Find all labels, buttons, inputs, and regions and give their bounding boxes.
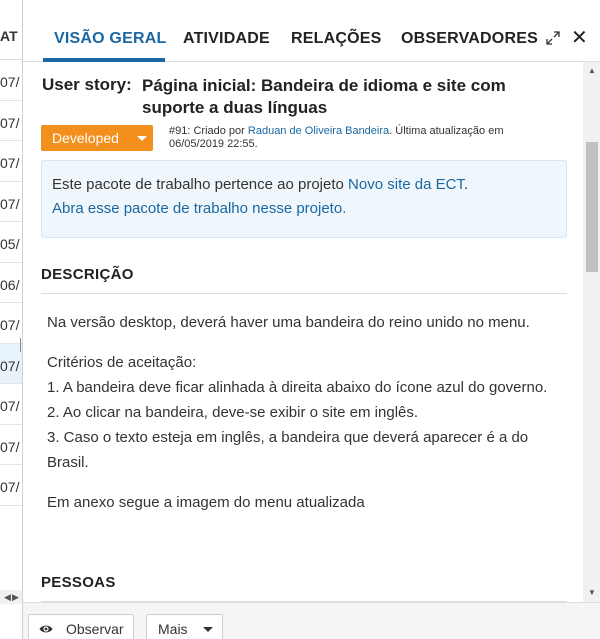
project-link[interactable]: Novo site da ECT [348,176,464,193]
chevron-down-icon [137,136,147,141]
table-row[interactable]: 07/ [0,465,22,506]
description-section-title: DESCRIÇÃO [41,266,134,283]
background-table: AT 07/ 07/ 07/ 07/ 05/ 06/ 07/ 07/ 07/ 0… [0,0,22,600]
work-package-details: User story: Página inicial: Bandeira de … [23,62,583,602]
tab-overview[interactable]: VISÃO GERAL [54,30,166,48]
table-row-selected[interactable]: 07/ [0,343,22,384]
chevron-down-icon [203,627,213,632]
background-table-header[interactable]: AT [0,0,22,60]
table-row[interactable]: 07/ [0,141,22,182]
table-row[interactable]: 07/ [0,384,22,425]
status-dropdown[interactable]: Developed [41,125,153,151]
table-row[interactable]: 07/ [0,425,22,465]
open-in-project-link[interactable]: Abra esse pacote de trabalho nesse proje… [52,200,346,217]
scrollbar-thumb[interactable] [586,142,598,272]
table-row[interactable]: 07/ [0,101,22,141]
scroll-left-icon[interactable]: ◀ [4,592,11,603]
horizontal-scrollbar[interactable]: ◀ ▶ [0,590,22,604]
observe-button-label: Observar [66,621,124,637]
project-notice: Este pacote de trabalho pertence ao proj… [41,160,567,238]
section-divider [41,293,567,294]
more-button[interactable]: Mais [146,614,223,639]
tab-activity[interactable]: ATIVIDADE [183,30,270,48]
author-link[interactable]: Raduan de Oliveira Bandeira [248,125,389,137]
table-row[interactable]: 05/ [0,222,22,263]
notice-text: Este pacote de trabalho pertence ao proj… [52,176,349,193]
eye-icon [39,625,53,633]
work-package-split-panel: VISÃO GERAL ATIVIDADE RELAÇÕES OBSERVADO… [22,0,600,639]
notice-text-end: . [463,176,469,193]
expand-icon[interactable] [545,30,561,46]
criteria-item: 1. A bandeira deve ficar alinhada à dire… [47,379,548,396]
work-package-type: User story: [42,75,132,94]
tab-bar: VISÃO GERAL ATIVIDADE RELAÇÕES OBSERVADO… [23,0,600,62]
table-row[interactable]: 06/ [0,263,22,303]
work-package-title[interactable]: Página inicial: Bandeira de idioma e sit… [142,75,572,119]
description-paragraph: Em anexo segue a imagem do menu atualiza… [47,494,365,511]
more-button-label: Mais [158,621,188,637]
description-paragraph: Na versão desktop, deverá haver uma band… [47,314,530,331]
scroll-down-icon[interactable]: ▼ [588,588,596,597]
table-row[interactable]: 07/ [0,182,22,222]
scroll-up-icon[interactable]: ▲ [588,66,596,75]
observe-button[interactable]: Observar [28,614,134,639]
description-body[interactable]: Na versão desktop, deverá haver uma band… [47,310,567,530]
vertical-scrollbar[interactable]: ▲ ▼ [583,62,600,602]
scroll-right-icon[interactable]: ▶ [12,592,19,603]
acceptance-criteria: Critérios de aceitação: 1. A bandeira de… [47,350,567,475]
tab-relations[interactable]: RELAÇÕES [291,30,382,48]
table-row[interactable]: 07/ [0,303,22,344]
criteria-item: 3. Caso o texto esteja em inglês, a band… [47,429,529,471]
meta-prefix: #91: Criado por [169,125,248,137]
table-row[interactable]: 07/ [0,60,22,101]
panel-footer: Observar Mais [23,602,600,639]
work-package-meta: #91: Criado por Raduan de Oliveira Bande… [169,125,549,151]
status-label: Developed [52,130,119,146]
close-icon[interactable]: ✕ [571,28,588,48]
criteria-title: Critérios de aceitação: [47,354,197,371]
criteria-item: 2. Ao clicar na bandeira, deve-se exibir… [47,404,419,421]
tab-watchers[interactable]: OBSERVADORES [401,30,538,48]
people-section-title: PESSOAS [41,574,116,591]
